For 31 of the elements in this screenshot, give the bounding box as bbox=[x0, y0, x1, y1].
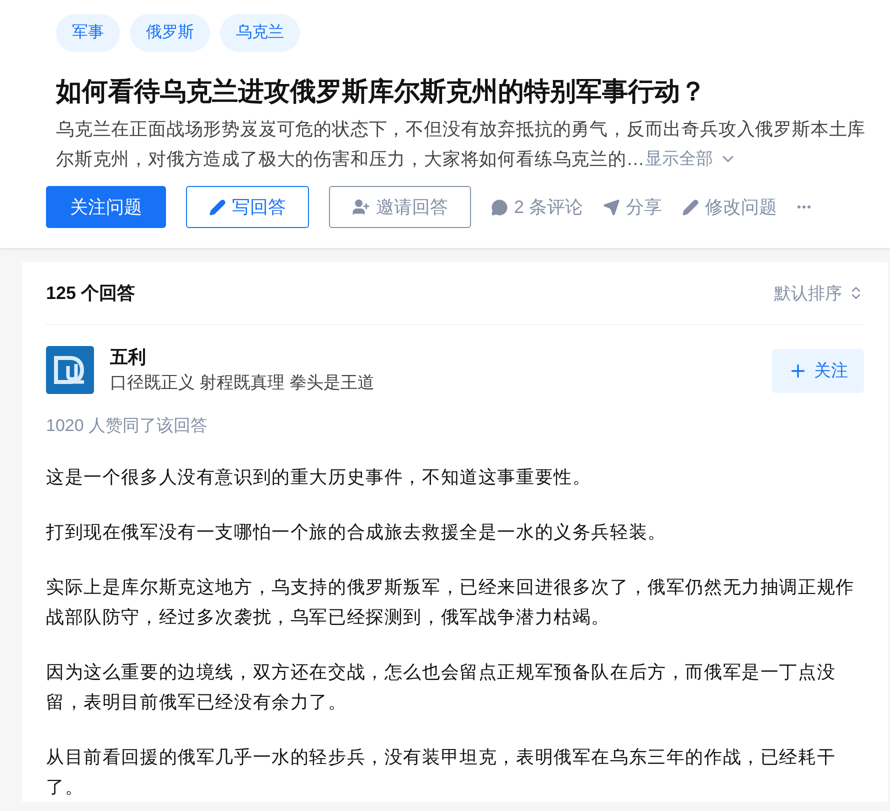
answer-paragraph: 这是一个很多人没有意识到的重大历史事件，不知道这事重要性。 bbox=[46, 466, 592, 489]
action-button[interactable]: 写回答 bbox=[186, 186, 309, 228]
user-plus-icon bbox=[352, 198, 370, 216]
follow-question-button[interactable]: 关注问题 bbox=[46, 186, 166, 228]
question-description-line: 乌克兰在正面战场形势岌岌可危的状态下，不但没有放弃抵抗的勇气，反而出奇兵攻入俄罗斯本土库 bbox=[56, 118, 866, 141]
pencil-icon bbox=[209, 198, 226, 216]
sort-button[interactable]: 默认排序 bbox=[774, 282, 864, 304]
answer-paragraph: 因为这么重要的边境线，双方还在交战，怎么也会留点正规军预备队在后方，而俄军是一丁点没留，表明目前俄军已经没有余力了。 bbox=[46, 661, 837, 714]
show-all-link[interactable]: 显示全部 bbox=[644, 144, 737, 174]
topic-tag[interactable]: 军事 bbox=[56, 14, 120, 52]
follow-button[interactable]: 关注 bbox=[772, 348, 864, 392]
question-description-line: 尔斯克州，对俄方造成了极大的伤害和压力，大家将如何看练乌克兰的… bbox=[56, 148, 645, 171]
vote-count: 1020 人赞同了该回答 bbox=[46, 415, 209, 437]
answer-paragraph: 实际上是库尔斯克这地方，乌支持的俄罗斯叛军，已经来回进很多次了，俄军仍然无力抽调正规作战部队防守，经过多次袭扰，乌军已经探测到，俄军战争潜力枯竭。 bbox=[46, 576, 856, 629]
comment-icon bbox=[491, 198, 508, 216]
author-bio: 口径既正义 射程既真理 拳头是王道 bbox=[110, 372, 376, 394]
topic-tag[interactable]: 乌克兰 bbox=[220, 14, 300, 52]
action-button[interactable]: 邀请回答 bbox=[329, 186, 471, 228]
pencil-icon bbox=[682, 198, 700, 216]
send-icon bbox=[603, 198, 620, 216]
action-link[interactable]: 修改问题 bbox=[682, 186, 778, 228]
avatar-icon bbox=[46, 346, 94, 394]
question-title: 如何看待乌克兰进攻俄罗斯库尔斯克州的特别军事行动？ bbox=[56, 75, 707, 108]
author-name[interactable]: 五利 bbox=[110, 345, 756, 369]
answer-count: 125 个回答 bbox=[46, 282, 136, 305]
ellipsis-icon bbox=[797, 205, 812, 209]
topic-tag[interactable]: 俄罗斯 bbox=[130, 14, 210, 52]
answer-paragraph: 从目前看回援的俄军几乎一水的轻步兵，没有装甲坦克，表明俄军在乌东三年的作战，已经耗干了。 bbox=[46, 746, 837, 799]
answer-paragraph: 打到现在俄军没有一支哪怕一个旅的合成旅去救援全是一水的义务兵轻装。 bbox=[46, 521, 668, 544]
action-link[interactable]: 2 条评论 bbox=[491, 186, 584, 228]
action-link[interactable]: 分享 bbox=[603, 186, 662, 228]
